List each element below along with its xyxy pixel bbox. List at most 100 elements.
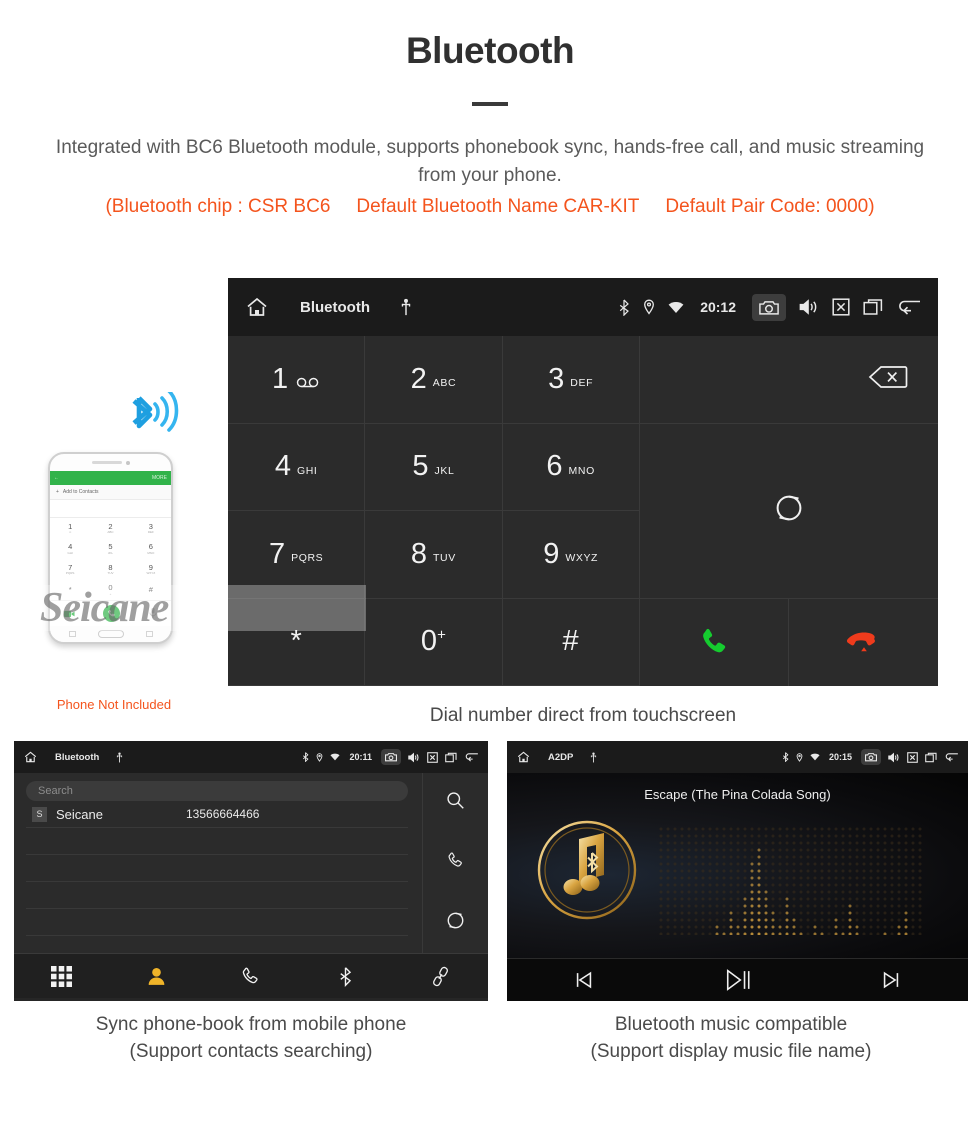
phone-key-letters: DEF bbox=[147, 530, 154, 534]
location-icon bbox=[643, 299, 655, 315]
contact-row-empty bbox=[26, 855, 408, 882]
navbar-call-log-icon[interactable] bbox=[204, 966, 299, 987]
phone-key-7: 7 PQRS bbox=[50, 559, 90, 580]
key-2[interactable]: 2 ABC bbox=[365, 336, 503, 424]
backspace-icon[interactable] bbox=[868, 365, 908, 394]
home-icon[interactable] bbox=[516, 750, 531, 764]
back-arrow-icon[interactable] bbox=[464, 751, 479, 763]
camera-icon[interactable] bbox=[381, 749, 401, 765]
call-log-icon[interactable] bbox=[446, 851, 465, 875]
navbar-pair-link-icon[interactable] bbox=[393, 966, 488, 987]
close-box-icon[interactable] bbox=[907, 751, 918, 763]
contact-row-empty bbox=[26, 909, 408, 936]
phone-key-4: 4 GHI bbox=[50, 539, 90, 560]
page-description: Integrated with BC6 Bluetooth module, su… bbox=[55, 137, 925, 186]
home-icon[interactable] bbox=[244, 295, 270, 319]
phone-key-digit: 2 bbox=[108, 521, 113, 531]
contact-row-empty bbox=[26, 828, 408, 855]
sync-icon[interactable] bbox=[446, 911, 465, 935]
dialer-title: Bluetooth bbox=[300, 298, 370, 316]
camera-icon[interactable] bbox=[861, 749, 881, 765]
key-9[interactable]: 9 WXYZ bbox=[502, 511, 640, 599]
navbar-contacts-icon[interactable] bbox=[109, 966, 204, 987]
volume-icon[interactable] bbox=[799, 298, 819, 316]
usb-icon bbox=[116, 752, 123, 763]
next-track-icon[interactable] bbox=[814, 969, 968, 991]
phone-key-digit: 6 bbox=[148, 542, 153, 551]
dialer-caption: Dial number direct from touchscreen bbox=[429, 705, 737, 726]
play-pause-icon[interactable] bbox=[661, 967, 815, 993]
music-controls[interactable] bbox=[507, 958, 968, 1001]
dialer-sync-area bbox=[639, 424, 938, 599]
phonebook-screen: Bluetooth 20:11 Search S Seicane 1356666… bbox=[14, 741, 488, 1001]
recent-apps-icon[interactable] bbox=[445, 752, 457, 763]
phone-key-1: 1 ∞ bbox=[50, 518, 90, 539]
previous-track-icon[interactable] bbox=[507, 969, 661, 991]
spec-name: Default Bluetooth Name CAR-KIT bbox=[356, 196, 640, 217]
phonebook-clock: 20:11 bbox=[349, 752, 372, 762]
phonebook-navbar[interactable] bbox=[14, 953, 488, 998]
key-hash[interactable]: # bbox=[502, 598, 640, 686]
home-icon[interactable] bbox=[23, 750, 38, 764]
sync-icon[interactable] bbox=[774, 493, 804, 528]
key-8[interactable]: 8 TUV bbox=[365, 511, 503, 599]
page-header: Bluetooth Integrated with BC6 Bluetooth … bbox=[0, 0, 980, 218]
phone-number-field bbox=[50, 500, 171, 518]
phone-key-5: 5 JKL bbox=[90, 539, 130, 560]
phone-key-digit: 5 bbox=[108, 542, 113, 551]
phonebook-side-actions[interactable] bbox=[422, 773, 488, 953]
navbar-bluetooth-icon[interactable] bbox=[298, 966, 393, 987]
key-digit: 0+ bbox=[420, 625, 446, 658]
hangup-button[interactable] bbox=[788, 598, 938, 686]
phone-key-letters: ∞ bbox=[69, 530, 72, 534]
key-5[interactable]: 5 JKL bbox=[365, 423, 503, 511]
key-4[interactable]: 4 GHI bbox=[228, 423, 366, 511]
key-digit: # bbox=[562, 625, 579, 658]
recent-apps-icon[interactable] bbox=[863, 298, 883, 316]
volume-icon[interactable] bbox=[888, 752, 900, 763]
phone-key-digit: 7 bbox=[68, 562, 73, 572]
keypad[interactable]: 1 2 ABC 3 DEF 4 GHI 5 JKL 6 MNO 7 PQRS 8 TUV 9 WXYZ * 0+ # bbox=[228, 336, 640, 686]
key-1[interactable]: 1 bbox=[228, 336, 366, 424]
phone-key-6: 6 MNO bbox=[131, 539, 171, 560]
phone-key-letters: ABC bbox=[107, 530, 114, 534]
close-box-icon[interactable] bbox=[832, 298, 850, 316]
key-digit: 3 bbox=[548, 362, 565, 395]
contact-row[interactable]: S Seicane 13566664466 bbox=[26, 801, 408, 828]
usb-icon bbox=[400, 298, 412, 316]
phone-add-contact-row: + Add to Contacts bbox=[50, 485, 171, 500]
watermark-text: Seicane bbox=[40, 585, 169, 631]
contact-number: 13566664466 bbox=[186, 807, 260, 821]
navbar-dialpad-icon[interactable] bbox=[14, 965, 109, 987]
phone-not-included-note: Phone Not Included bbox=[56, 697, 172, 712]
phonebook-caption-line2: (Support contacts searching) bbox=[129, 1041, 373, 1062]
phone-add-label: Add to Contacts bbox=[62, 489, 99, 495]
key-letters: TUV bbox=[433, 552, 456, 565]
phone-key-digit: 4 bbox=[68, 542, 73, 551]
title-divider bbox=[472, 102, 508, 106]
camera-icon[interactable] bbox=[752, 293, 786, 321]
recent-apps-icon[interactable] bbox=[925, 752, 937, 763]
search-input[interactable]: Search bbox=[26, 781, 408, 801]
call-button[interactable] bbox=[640, 599, 789, 687]
key-0[interactable]: 0+ bbox=[365, 598, 503, 686]
contact-row-empty bbox=[26, 882, 408, 909]
phone-app-bar: ← MORE bbox=[50, 471, 171, 485]
search-icon[interactable] bbox=[446, 791, 465, 815]
phonebook-caption-line1: Sync phone-book from mobile phone bbox=[95, 1014, 407, 1035]
phone-key-2: 2 ABC bbox=[90, 518, 130, 539]
number-display[interactable] bbox=[639, 336, 938, 424]
search-placeholder: Search bbox=[38, 785, 73, 797]
dialer-right-panel bbox=[639, 336, 938, 687]
usb-icon bbox=[590, 752, 597, 763]
back-arrow-icon[interactable] bbox=[896, 297, 922, 317]
phone-key-letters: PQRS bbox=[65, 571, 75, 575]
volume-icon[interactable] bbox=[408, 752, 420, 763]
key-3[interactable]: 3 DEF bbox=[502, 336, 640, 424]
bluetooth-icon bbox=[782, 752, 789, 762]
phonebook-status-bar: Bluetooth 20:11 bbox=[14, 741, 488, 773]
key-6[interactable]: 6 MNO bbox=[502, 423, 640, 511]
close-box-icon[interactable] bbox=[427, 751, 438, 763]
back-arrow-icon[interactable] bbox=[944, 751, 959, 763]
music-screen: A2DP 20:15 Escape (The Pina Colada Song) bbox=[507, 741, 968, 1001]
